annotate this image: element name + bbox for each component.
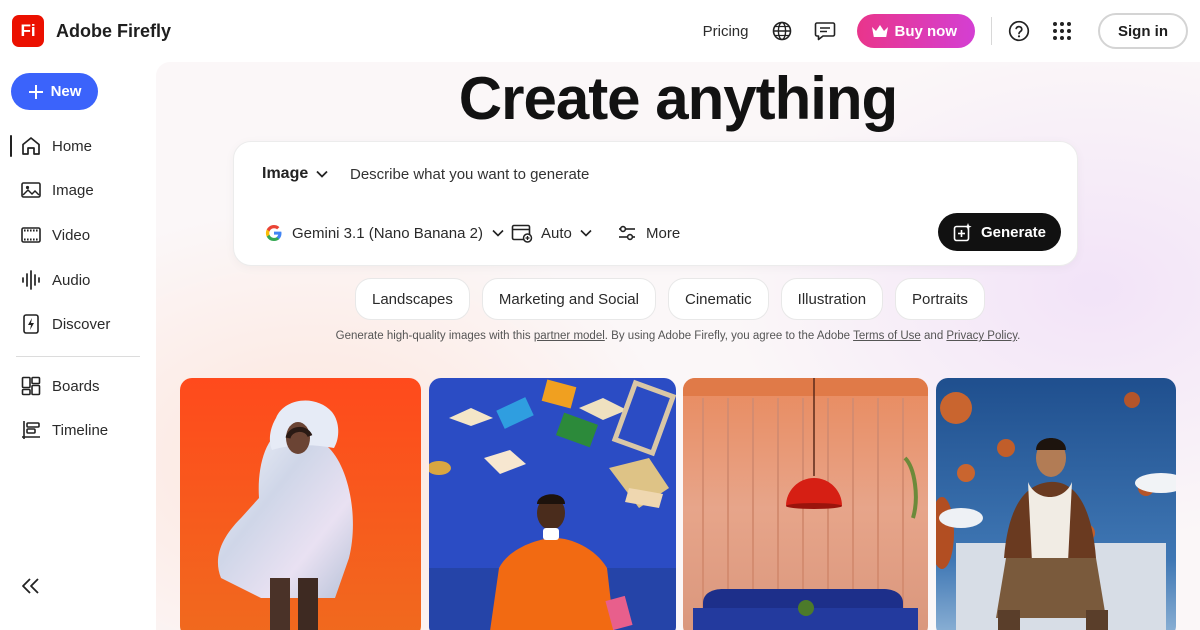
terms-of-use-link[interactable]: Terms of Use [853,330,921,342]
video-icon [21,227,41,243]
globe-icon[interactable] [771,20,793,42]
disclaimer-text: . By using Adobe Firefly, you agree to t… [604,330,854,342]
help-icon[interactable] [1008,20,1030,42]
sidebar-item-discover[interactable]: Discover [20,309,110,339]
sidebar-item-label: Discover [52,315,111,333]
top-bar-actions: Pricing Buy now Sign in [703,0,1188,62]
chevron-down-icon [316,170,328,178]
timeline-icon [22,421,40,439]
gallery-card-floating-books[interactable] [429,378,676,630]
sidebar: New Home Image Video Audio Discover Boar… [0,62,156,630]
disclaimer-text: and [920,330,947,342]
chip-marketing-and-social[interactable]: Marketing and Social [481,278,656,320]
sidebar-divider [16,356,140,357]
more-settings-button[interactable]: More [618,222,680,244]
terms-disclaimer: Generate high-quality images with this p… [156,330,1200,342]
apps-grid-icon[interactable] [1051,20,1073,42]
prompt-input[interactable] [350,162,850,186]
page-title: Create anything [458,65,898,132]
generate-sparkle-icon [953,223,972,242]
more-settings-label: More [646,224,681,242]
generate-button-label: Generate [980,223,1047,241]
boards-icon [21,376,41,396]
app-name: Adobe Firefly [56,20,172,41]
inspiration-gallery [180,378,1176,630]
buy-now-label: Buy now [894,22,958,40]
generate-button[interactable]: Generate [938,213,1061,251]
top-bar: Fi Adobe Firefly Pricing Buy now Sign in [0,0,1200,62]
chip-portraits[interactable]: Portraits [895,278,985,320]
buy-now-button[interactable]: Buy now [856,14,975,48]
gallery-card-varsity-portrait[interactable] [936,378,1176,630]
sidebar-item-label: Boards [52,377,100,395]
new-button-label: New [50,83,82,100]
mode-dropdown-label: Image [262,165,309,182]
sidebar-item-timeline[interactable]: Timeline [20,415,108,445]
sidebar-item-label: Home [52,137,93,155]
sliders-icon [619,225,635,241]
collapse-sidebar-icon[interactable] [20,575,42,597]
sidebar-item-label: Image [52,181,94,199]
sidebar-item-boards[interactable]: Boards [20,371,100,401]
sidebar-item-label: Video [52,226,91,244]
image-icon [21,182,41,198]
feedback-icon[interactable] [814,20,836,42]
aspect-ratio-label: Auto [541,224,572,242]
discover-icon [23,314,39,334]
mode-dropdown[interactable]: Image [262,163,328,185]
crown-icon [871,25,888,37]
plus-icon [28,84,43,99]
model-dropdown[interactable]: Gemini 3.1 (Nano Banana 2) [265,222,504,244]
firefly-logo-icon: Fi [12,15,44,47]
sidebar-item-video[interactable]: Video [20,220,90,250]
privacy-policy-link[interactable]: Privacy Policy [946,330,1017,342]
app-logo[interactable]: Fi Adobe Firefly [12,15,171,47]
chip-illustration[interactable]: Illustration [780,278,884,320]
disclaimer-text: Generate high-quality images with this [335,330,534,342]
chip-cinematic[interactable]: Cinematic [667,278,769,320]
sidebar-item-label: Timeline [52,421,109,439]
style-chips: Landscapes Marketing and Social Cinemati… [355,278,985,320]
home-icon [22,137,40,155]
sidebar-item-image[interactable]: Image [20,175,94,205]
partner-model-link[interactable]: partner model [534,330,605,342]
gallery-card-puffer-jacket[interactable] [180,378,421,630]
chip-landscapes[interactable]: Landscapes [355,278,470,320]
aspect-ratio-icon [511,224,533,243]
chevron-down-icon [580,229,592,237]
sidebar-item-home[interactable]: Home [20,131,92,161]
top-bar-divider [991,17,992,45]
pricing-link[interactable]: Pricing [703,23,749,40]
aspect-ratio-dropdown[interactable]: Auto [511,222,592,244]
disclaimer-text: . [1017,330,1021,342]
sign-in-button[interactable]: Sign in [1098,13,1188,49]
gallery-card-red-lamp[interactable] [683,378,928,630]
prompt-card: Image Gemini 3.1 (Nano Banana 2) Auto Mo… [233,141,1078,266]
sidebar-item-label: Audio [52,271,91,289]
active-indicator [10,135,12,157]
main-content: Create anything Image Gemini 3.1 (Nano B… [156,62,1200,630]
sidebar-item-audio[interactable]: Audio [20,265,90,295]
new-button[interactable]: New [11,73,98,110]
chevron-down-icon [492,229,504,237]
model-dropdown-label: Gemini 3.1 (Nano Banana 2) [292,224,483,242]
google-g-icon [265,224,282,242]
audio-icon [22,270,40,290]
